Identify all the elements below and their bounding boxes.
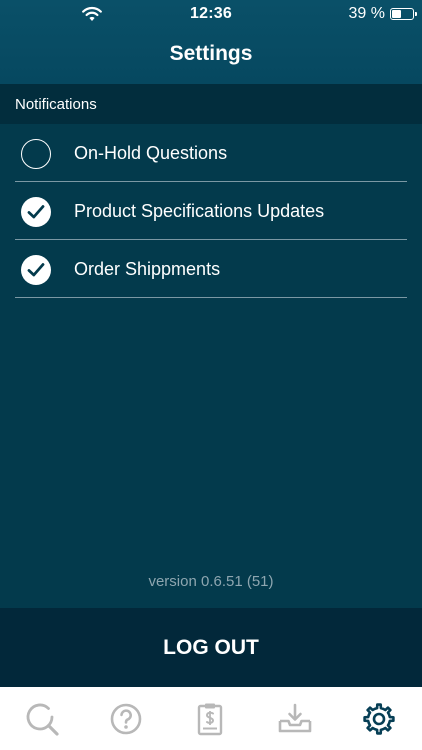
tab-bar	[0, 687, 422, 750]
tab-settings[interactable]	[359, 699, 399, 739]
invoice-icon	[197, 703, 223, 736]
header-bar: 12:36 39 % Settings	[0, 0, 422, 84]
notification-label: Product Specifications Updates	[74, 201, 325, 221]
checkbox-unchecked[interactable]	[21, 139, 51, 169]
tab-search[interactable]	[22, 699, 62, 739]
checkbox-checked[interactable]	[21, 197, 51, 227]
checkmark-icon	[27, 205, 45, 219]
tab-help[interactable]	[106, 699, 146, 739]
notification-label: Order Shippments	[74, 259, 221, 279]
notification-row-on-hold-questions[interactable]: On-Hold Questions	[0, 124, 422, 182]
battery-fill	[392, 10, 401, 18]
battery-percentage: 39 %	[348, 5, 385, 22]
notification-list: On-Hold Questions Product Specifications…	[0, 124, 422, 298]
help-icon	[110, 703, 142, 735]
inbox-download-icon	[278, 703, 312, 733]
tab-invoice[interactable]	[190, 699, 230, 739]
tab-downloads[interactable]	[275, 699, 315, 739]
battery-icon	[390, 8, 417, 20]
search-icon	[26, 703, 59, 736]
notification-row-product-specifications-updates[interactable]: Product Specifications Updates	[0, 182, 422, 240]
status-bar: 12:36 39 %	[0, 0, 422, 30]
page-title: Settings	[169, 42, 253, 65]
notification-row-order-shippments[interactable]: Order Shippments	[0, 240, 422, 298]
notification-label: On-Hold Questions	[74, 143, 228, 163]
battery-nub	[415, 12, 417, 16]
settings-screen: 12:36 39 % Settings Notifications On-Hol…	[0, 0, 422, 750]
section-label: Notifications	[15, 96, 97, 113]
gear-icon	[363, 703, 395, 735]
battery-indicator: 39 %	[348, 5, 417, 23]
row-divider	[15, 297, 407, 298]
checkmark-icon	[27, 263, 45, 277]
logout-button[interactable]: LOG OUT	[0, 608, 422, 687]
notifications-section-header: Notifications	[0, 84, 422, 124]
checkbox-checked[interactable]	[21, 255, 51, 285]
version-label: version 0.6.51 (51)	[148, 573, 274, 590]
